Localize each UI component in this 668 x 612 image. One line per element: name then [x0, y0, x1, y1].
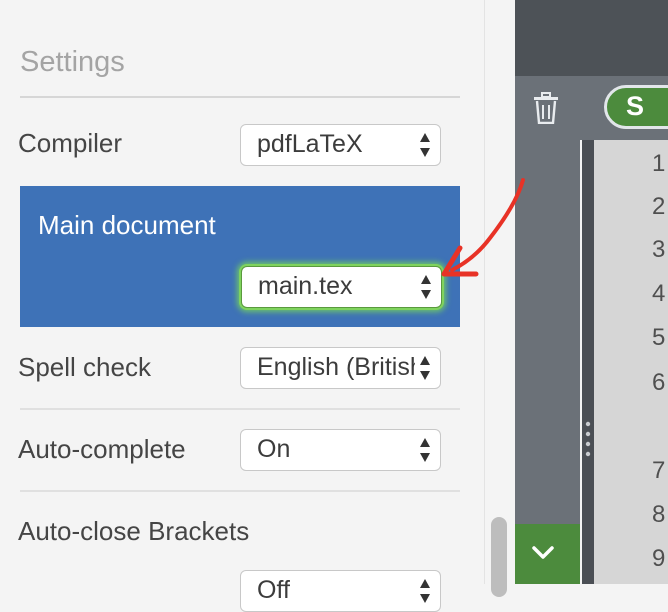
trash-icon[interactable] — [531, 92, 561, 124]
chevron-down-icon — [532, 546, 554, 559]
auto-close-brackets-select[interactable]: Off — [240, 570, 441, 612]
line-number: 7 — [652, 457, 666, 484]
settings-divider — [20, 96, 460, 98]
editor-header — [515, 0, 668, 76]
auto-complete-select[interactable]: On — [240, 429, 441, 471]
row-divider — [20, 408, 460, 410]
spell-check-label: Spell check — [18, 352, 151, 382]
drag-handle-icon — [585, 421, 591, 457]
auto-close-brackets-select-value: Off — [257, 576, 290, 604]
line-number: 4 — [652, 280, 666, 307]
compiler-select[interactable]: pdfLaTeX — [240, 124, 441, 166]
spell-check-select[interactable]: English (British) — [240, 347, 441, 389]
settings-scroll-track — [484, 0, 515, 584]
select-arrows-icon — [420, 133, 430, 157]
settings-title: Settings — [20, 46, 125, 78]
line-number: 5 — [652, 324, 666, 351]
main-document-select[interactable]: main.tex — [241, 266, 442, 308]
panel-resize-handle[interactable] — [582, 140, 594, 584]
main-document-select-value: main.tex — [258, 272, 353, 300]
select-arrows-icon — [420, 579, 430, 603]
line-number: 3 — [652, 236, 666, 263]
auto-complete-label: Auto-complete — [18, 434, 186, 464]
line-number: 1 — [652, 150, 666, 177]
select-arrows-icon — [420, 438, 430, 462]
select-arrows-icon — [420, 356, 430, 380]
settings-panel: Settings Compiler pdfLaTeX Main document… — [0, 0, 484, 612]
line-number: 2 — [652, 193, 666, 220]
line-number: 9 — [652, 545, 666, 572]
line-number: 6 — [652, 369, 666, 396]
main-document-row: Main document main.tex — [20, 186, 460, 327]
auto-close-brackets-label: Auto-close Brackets — [18, 516, 250, 546]
editor-mode-toggle-label: S — [626, 91, 645, 121]
editor-mode-toggle[interactable]: S — [604, 85, 668, 129]
auto-complete-select-value: On — [257, 435, 291, 463]
main-document-label: Main document — [38, 210, 216, 240]
row-divider — [20, 490, 460, 492]
compiler-label: Compiler — [18, 128, 123, 158]
settings-scrollbar-thumb[interactable] — [491, 517, 507, 597]
annotation-arrow — [441, 178, 525, 277]
compiler-select-value: pdfLaTeX — [257, 130, 363, 158]
spell-check-select-value: English (British) — [257, 353, 415, 381]
line-number: 8 — [652, 501, 666, 528]
